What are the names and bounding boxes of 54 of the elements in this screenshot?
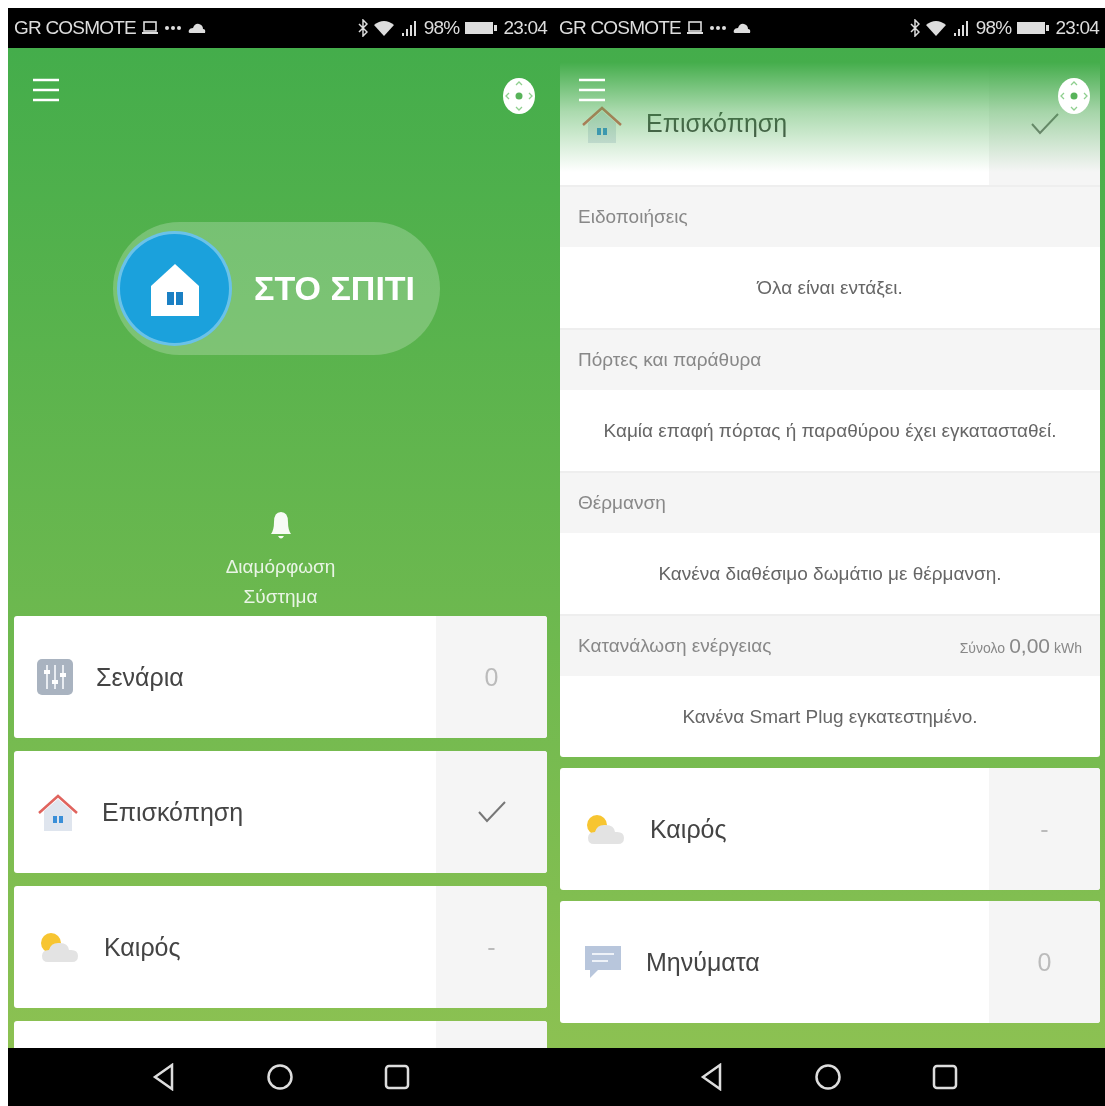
section-message: Κανένα διαθέσιμο δωμάτιο με θέρμανση. bbox=[658, 562, 1002, 585]
tile-value: - bbox=[487, 932, 496, 962]
navigation-icon[interactable] bbox=[502, 77, 536, 115]
section-message: Καμία επαφή πόρτας ή παραθύρου έχει εγκατασταθεί. bbox=[603, 419, 1057, 442]
bluetooth-icon bbox=[909, 19, 920, 37]
dots-icon bbox=[163, 25, 182, 31]
section-heading: Κατανάλωση ενέργειας bbox=[578, 635, 772, 657]
recents-icon[interactable] bbox=[383, 1064, 410, 1090]
card-title: Επισκόπηση bbox=[646, 109, 788, 138]
tile-label: Σενάρια bbox=[96, 662, 184, 692]
home-icon[interactable] bbox=[265, 1063, 294, 1091]
battery-icon bbox=[465, 21, 498, 35]
tile-card[interactable]: Μηνύματα 0 bbox=[560, 901, 1100, 1023]
tile-value: - bbox=[1040, 814, 1049, 844]
section-heading: Πόρτες και παράθυρα bbox=[578, 349, 762, 371]
tile-label: Καιρός bbox=[650, 814, 727, 844]
tile-label: Μηνύματα bbox=[646, 947, 760, 977]
tile-card[interactable]: Καιρός - bbox=[14, 886, 547, 1008]
section-message: Όλα είναι εντάξει. bbox=[757, 276, 903, 299]
signal-icon bbox=[951, 19, 970, 37]
clock-time: 23:04 bbox=[503, 17, 547, 39]
battery-icon bbox=[1017, 21, 1050, 35]
tile-card[interactable]: Καιρός - bbox=[560, 768, 1100, 890]
menu-icon[interactable] bbox=[32, 77, 60, 103]
cloud-icon bbox=[732, 22, 751, 34]
tile-label: Καιρός bbox=[104, 932, 181, 962]
tile-value: 0 bbox=[484, 662, 499, 692]
section-heading: Ειδοποιήσεις bbox=[578, 206, 688, 228]
energy-total: Σύνολο 0,00 kWh bbox=[959, 634, 1082, 658]
tile-label: Επισκόπηση bbox=[102, 797, 244, 827]
bluetooth-icon bbox=[357, 19, 368, 37]
section-message: Κανένα Smart Plug εγκατεστημένο. bbox=[682, 705, 978, 728]
dots-icon bbox=[708, 25, 727, 31]
tile-card[interactable]: Σενάρια 0 bbox=[14, 616, 547, 738]
tile-card[interactable]: Επισκόπηση bbox=[14, 751, 547, 873]
wifi-icon bbox=[373, 20, 394, 36]
section-heading: Θέρμανση bbox=[578, 492, 666, 514]
wifi-icon bbox=[925, 20, 946, 36]
home-icon[interactable] bbox=[814, 1063, 842, 1091]
battery-level: 98% bbox=[975, 17, 1012, 39]
recents-icon[interactable] bbox=[932, 1064, 958, 1090]
battery-level: 98% bbox=[423, 17, 460, 39]
carrier-name: GR COSMOTE bbox=[559, 17, 681, 39]
back-icon[interactable] bbox=[700, 1063, 724, 1091]
laptop-icon bbox=[686, 21, 703, 35]
laptop-icon bbox=[141, 21, 158, 35]
back-icon[interactable] bbox=[151, 1063, 176, 1091]
sliders-icon bbox=[36, 658, 74, 696]
signal-icon bbox=[399, 19, 418, 37]
carrier-name: GR COSMOTE bbox=[14, 17, 136, 39]
navigation-icon[interactable] bbox=[1057, 77, 1091, 115]
cloud-icon bbox=[187, 22, 206, 34]
clock-time: 23:04 bbox=[1055, 17, 1099, 39]
tile-value: 0 bbox=[1037, 947, 1052, 977]
